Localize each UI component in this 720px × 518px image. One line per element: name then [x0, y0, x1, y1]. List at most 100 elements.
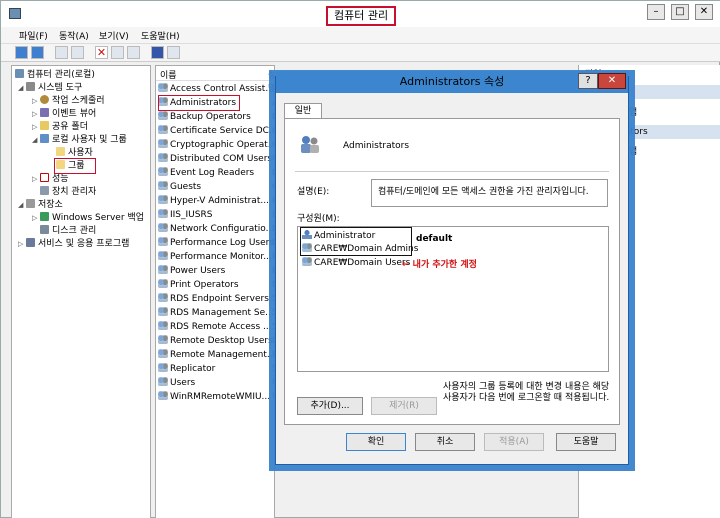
remove-button[interactable]: 제거(R) [371, 397, 437, 415]
list-item[interactable]: GuestsG [158, 181, 274, 194]
group-name: Administrators [343, 141, 410, 151]
group-icon [158, 111, 168, 120]
menu-bar: 파일(F) 동작(A) 보기(V) 도움말(H) [1, 27, 720, 44]
tab-general[interactable]: 일반 [284, 103, 322, 119]
dialog-title: Administrators 속성 [276, 71, 628, 93]
toolbar: ✕ [1, 44, 720, 62]
tree-item-services-applications[interactable]: ▷ 서비스 및 응용 프로그램 [18, 238, 129, 251]
device-manager-icon [40, 186, 49, 195]
storage-icon [26, 199, 35, 208]
list-item[interactable]: Cryptographic Operat...C [158, 139, 274, 152]
add-button[interactable]: 추가(D)... [297, 397, 363, 415]
back-arrow-icon[interactable] [15, 46, 28, 59]
computer-icon [15, 69, 24, 78]
group-icon [158, 125, 168, 134]
group-icon [302, 257, 312, 266]
cancel-button[interactable]: 취소 [415, 433, 475, 451]
list-item[interactable]: Remote Management...R [158, 349, 275, 362]
list-item-name: Event Log Readers [170, 168, 255, 178]
tree-item-storage[interactable]: ◢ 저장소 [18, 199, 63, 212]
help-button[interactable]: 도움말 [556, 433, 616, 451]
list-item[interactable]: RDS Management Se...S [158, 307, 274, 320]
group-icon [158, 251, 168, 260]
list-item-name: Replicator [170, 364, 216, 374]
list-item-name: Power Users [170, 266, 226, 276]
tree-item-local-users-groups[interactable]: ◢ 로컬 사용자 및 그룹 [32, 134, 127, 147]
list-item-name: Certificate Service DC... [170, 126, 275, 136]
annotation-added-account: ← 내가 추가한 계정 [402, 260, 477, 270]
tree-item-system-tools[interactable]: ◢ 시스템 도구 [18, 82, 82, 95]
highlight-default-members [300, 227, 412, 256]
clock-icon [40, 95, 49, 104]
list-item[interactable]: Certificate Service DC...C [158, 125, 275, 138]
tree-root[interactable]: 컴퓨터 관리(로컬) [15, 69, 95, 82]
list-item[interactable]: Event Log ReadersE [158, 167, 274, 180]
list-item-name: Access Control Assist... [170, 84, 274, 94]
dialog-close-button[interactable]: ✕ [598, 73, 626, 89]
menu-action[interactable]: 동작(A) [59, 29, 89, 42]
list-item[interactable]: Remote Desktop UsersR [158, 335, 274, 348]
list-item-name: Network Configuratio... [170, 224, 275, 234]
tree-item-shared-folders[interactable]: ▷ 공유 폴더 [32, 121, 88, 134]
tree-item-device-manager[interactable]: 장치 관리자 [40, 186, 96, 199]
list-item[interactable]: Print OperatorsP [158, 279, 274, 292]
list-item[interactable]: Power UsersP [158, 265, 274, 278]
list-item-name: Users [170, 378, 196, 388]
list-item[interactable]: RDS Endpoint ServersS [158, 293, 274, 306]
ok-button[interactable]: 확인 [346, 433, 406, 451]
list-item[interactable]: Backup OperatorsE [158, 111, 274, 124]
members-label: 구성원(M): [297, 214, 340, 224]
menu-help[interactable]: 도움말(H) [141, 29, 180, 42]
group-icon [158, 209, 168, 218]
description-field[interactable]: 컴퓨터/도메인에 모든 액세스 권한을 가진 관리자입니다. [371, 179, 608, 207]
backup-icon [40, 212, 49, 221]
members-list[interactable]: Administrator CARE₩Domain Admins CARE₩Do… [297, 226, 609, 372]
list-item-name: Remote Management... [170, 350, 275, 360]
export-list-icon[interactable] [127, 46, 140, 59]
delete-icon[interactable]: ✕ [95, 46, 108, 59]
list-item[interactable]: WinRMRemoteWMIU...W [158, 391, 274, 404]
list-item[interactable]: IIS_IUSRS I [158, 209, 274, 222]
group-icon [158, 167, 168, 176]
menu-file[interactable]: 파일(F) [19, 29, 48, 42]
properties-icon[interactable] [111, 46, 124, 59]
close-button[interactable]: ✕ [695, 4, 713, 20]
group-icon [158, 223, 168, 232]
list-item[interactable]: Network Configuratio...N [158, 223, 275, 236]
member-domain-users[interactable]: CARE₩Domain Users [302, 257, 410, 268]
list-item-name: Performance Monitor... [170, 252, 272, 262]
general-tab-panel: Administrators 설명(E): 컴퓨터/도메인에 모든 액세스 권한… [284, 118, 620, 425]
apply-button[interactable]: 적용(A) [484, 433, 544, 451]
maximize-button[interactable]: □ [671, 4, 689, 20]
help-icon[interactable] [151, 46, 164, 59]
tree-item-disk-management[interactable]: 디스크 관리 [40, 225, 96, 238]
tree-item-task-scheduler[interactable]: ▷ 작업 스케줄러 [32, 95, 105, 108]
list-item[interactable]: UsersU [158, 377, 274, 390]
show-hide-tree-icon[interactable] [71, 46, 84, 59]
title-bar: 컴퓨터 관리 – □ ✕ [1, 1, 720, 27]
list-item-name: Print Operators [170, 280, 239, 290]
group-icon [158, 139, 168, 148]
performance-icon [40, 173, 49, 182]
list-item[interactable]: Distributed COM UsersC [158, 153, 274, 166]
group-icon [158, 321, 168, 330]
list-item[interactable]: Performance Monitor...P [158, 251, 274, 264]
tree-item-event-viewer[interactable]: ▷ 이벤트 뷰어 [32, 108, 96, 121]
up-folder-icon[interactable] [55, 46, 68, 59]
list-item-name: Remote Desktop Users [170, 336, 273, 346]
list-item[interactable]: ReplicatorS [158, 363, 274, 376]
groups-list: 이름 설명 Access Control Assist...AAdministr… [155, 65, 275, 518]
tree-item-performance[interactable]: ▷ 성능 [32, 173, 69, 186]
tree-item-windows-server-backup[interactable]: ▷ Windows Server 백업 [32, 212, 144, 225]
dialog-help-button[interactable]: ? [578, 73, 598, 89]
actions-more[interactable]: 업 [629, 105, 637, 118]
list-item[interactable]: Hyper-V Administrat...H [158, 195, 274, 208]
menu-view[interactable]: 보기(V) [99, 29, 129, 42]
list-item[interactable]: RDS Remote Access ...S [158, 321, 274, 334]
minimize-button[interactable]: – [647, 4, 665, 20]
forward-arrow-icon[interactable] [31, 46, 44, 59]
list-item-name: IIS_IUSRS [170, 210, 213, 220]
action-pane-icon[interactable] [167, 46, 180, 59]
actions-more-2[interactable]: 업 [629, 144, 637, 157]
list-item[interactable]: Performance Log UsersP [158, 237, 274, 250]
